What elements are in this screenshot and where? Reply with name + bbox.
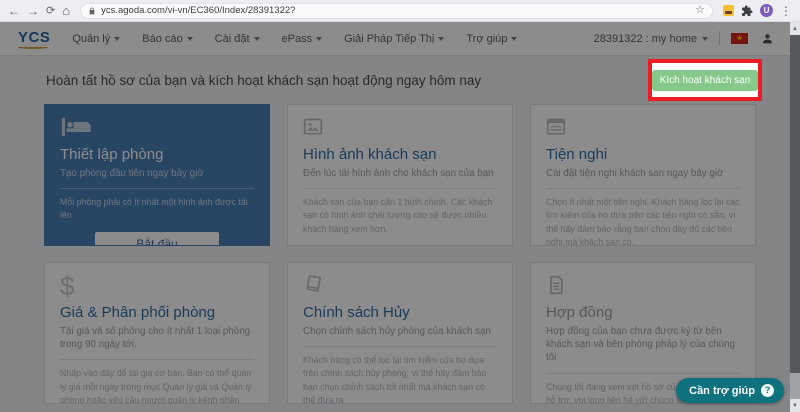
browser-menu-icon[interactable]	[780, 5, 792, 17]
extensions-puzzle-icon[interactable]	[741, 5, 753, 17]
activate-highlight-box: Kích hoạt khách sạn	[648, 59, 762, 101]
url-text: ycs.agoda.com/vi-vn/EC360/Index/28391322…	[101, 5, 295, 16]
scroll-down-arrow-icon[interactable]	[790, 399, 800, 412]
site-viewport: YCS Quản lý Báo cáo Cài đặt ePass Giải P…	[0, 22, 800, 412]
extension-icon[interactable]	[723, 5, 734, 16]
scrollbar	[790, 22, 800, 412]
address-bar[interactable]: ycs.agoda.com/vi-vn/EC360/Index/28391322…	[80, 3, 713, 19]
bookmark-star-icon[interactable]	[695, 5, 705, 16]
question-mark-icon	[761, 384, 774, 397]
scrollbar-thumb[interactable]	[790, 35, 800, 373]
activate-hotel-button[interactable]: Kích hoạt khách sạn	[652, 70, 759, 91]
screen: ycs.agoda.com/vi-vn/EC360/Index/28391322…	[0, 0, 800, 412]
scroll-up-arrow-icon[interactable]	[790, 22, 800, 35]
forward-icon[interactable]	[27, 5, 39, 17]
home-icon[interactable]	[62, 4, 70, 17]
back-icon[interactable]	[8, 5, 20, 17]
lock-icon	[88, 7, 96, 15]
browser-toolbar: ycs.agoda.com/vi-vn/EC360/Index/28391322…	[0, 0, 800, 22]
need-help-button[interactable]: Cần trợ giúp	[676, 378, 784, 403]
browser-profile-avatar[interactable]: U	[760, 4, 773, 17]
reload-icon[interactable]	[46, 4, 55, 17]
need-help-label: Cần trợ giúp	[689, 385, 755, 397]
